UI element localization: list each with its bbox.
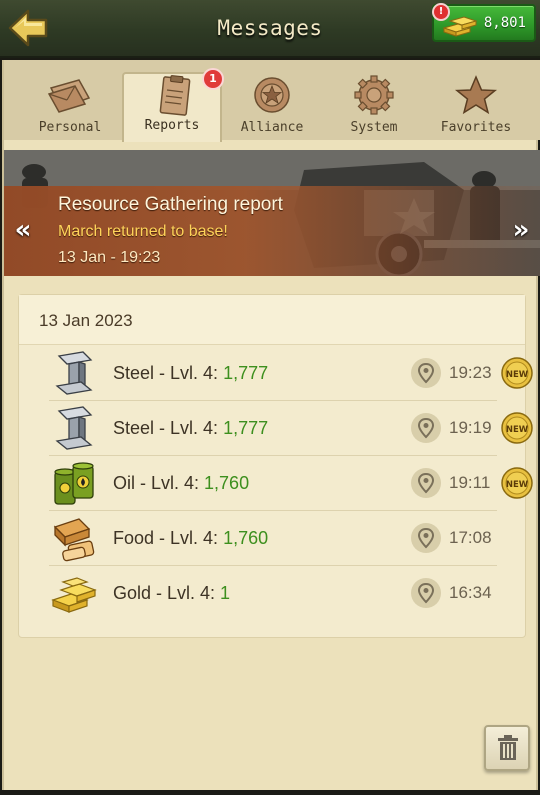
- list-item: Food - Lvl. 4: 1,760 17:08: [49, 512, 497, 566]
- location-button[interactable]: [411, 468, 441, 498]
- tab-reports-label: Reports: [144, 118, 200, 133]
- top-bar: Messages 8,801 !: [0, 0, 540, 58]
- previous-report-button[interactable]: «: [8, 216, 38, 246]
- new-badge-text: NEW: [506, 480, 529, 490]
- resource-text: Gold - Lvl. 4: 1: [113, 583, 230, 604]
- list-item: Steel - Lvl. 4: 1,777 19:19 NEW: [49, 402, 533, 456]
- new-badge-icon: NEW: [501, 357, 533, 389]
- resource-text: Oil - Lvl. 4: 1,760: [113, 473, 249, 494]
- location-button[interactable]: [411, 413, 441, 443]
- gold-amount: 8,801: [483, 15, 526, 31]
- map-pin-icon: [417, 362, 435, 384]
- tab-favorites-label: Favorites: [440, 120, 512, 135]
- delete-button[interactable]: [484, 725, 530, 771]
- new-badge-text: NEW: [506, 370, 529, 380]
- gear-icon: [354, 75, 394, 115]
- new-badge-icon: NEW: [501, 467, 533, 499]
- resource-label: Steel - Lvl. 4:: [113, 363, 224, 383]
- resource-amount: 1,777: [223, 418, 269, 438]
- resource-label: Gold - Lvl. 4:: [113, 583, 221, 603]
- messages-panel: Personal 1 Reports Alliance System Favor…: [2, 60, 540, 792]
- report-time: 17:08: [449, 528, 492, 547]
- report-date-header: 13 Jan 2023: [19, 295, 525, 345]
- new-badge-text: NEW: [506, 425, 529, 435]
- new-badge-icon: NEW: [501, 412, 533, 444]
- clipboard-icon: [159, 75, 191, 116]
- gathering-report-card: 13 Jan 2023 Steel - Lvl. 4: 1,777 19:23: [18, 294, 533, 638]
- steel-beam-icon: [55, 406, 93, 450]
- letter-icon: [47, 79, 91, 113]
- reports-unread-badge: 1: [202, 68, 224, 90]
- resource-label: Steel - Lvl. 4:: [113, 418, 224, 438]
- resource-text: Steel - Lvl. 4: 1,777: [113, 418, 268, 439]
- tab-reports[interactable]: 1 Reports: [122, 68, 224, 142]
- resource-label: Food - Lvl. 4:: [113, 528, 224, 548]
- tab-favorites[interactable]: Favorites: [426, 70, 526, 140]
- list-item: Oil - Lvl. 4: 1,760 19:11 NEW: [49, 457, 533, 511]
- star-icon: [454, 75, 498, 115]
- report-time: 19:19: [449, 418, 492, 437]
- alliance-shield-icon: [254, 77, 290, 113]
- trash-icon: [498, 735, 518, 760]
- next-report-button[interactable]: »: [506, 216, 536, 246]
- resource-amount: 1: [220, 583, 231, 603]
- map-pin-icon: [417, 527, 435, 549]
- banner-date: 13 Jan - 19:23: [58, 249, 161, 266]
- list-item: Steel - Lvl. 4: 1,777 19:23 NEW: [49, 347, 533, 401]
- banner-subtitle: March returned to base!: [58, 223, 228, 240]
- tab-alliance[interactable]: Alliance: [222, 70, 322, 140]
- location-button[interactable]: [411, 523, 441, 553]
- map-pin-icon: [417, 472, 435, 494]
- resource-amount: 1,777: [223, 363, 269, 383]
- gold-bars-icon: [51, 577, 97, 613]
- tab-system[interactable]: System: [324, 70, 424, 140]
- gold-alert-badge: !: [432, 3, 450, 21]
- resource-text: Food - Lvl. 4: 1,760: [113, 528, 268, 549]
- oil-barrel-icon: [54, 462, 94, 505]
- steel-beam-icon: [55, 351, 93, 395]
- bottom-status-strip: [0, 790, 540, 795]
- report-time: 19:23: [449, 363, 492, 382]
- map-pin-icon: [417, 582, 435, 604]
- report-date: 13 Jan 2023: [39, 311, 133, 330]
- location-button[interactable]: [411, 578, 441, 608]
- tab-personal[interactable]: Personal: [20, 70, 120, 140]
- message-tabs: Personal 1 Reports Alliance System Favor…: [4, 60, 540, 142]
- report-time: 16:34: [449, 583, 492, 602]
- resource-amount: 1,760: [204, 473, 250, 493]
- resource-label: Oil - Lvl. 4:: [113, 473, 205, 493]
- tab-system-label: System: [350, 120, 398, 135]
- list-item: Gold - Lvl. 4: 1 16:34: [49, 567, 497, 621]
- tab-alliance-label: Alliance: [240, 120, 304, 135]
- report-time: 19:11: [449, 473, 491, 492]
- resource-text: Steel - Lvl. 4: 1,777: [113, 363, 268, 384]
- banner-title: Resource Gathering report: [58, 194, 283, 215]
- bread-icon: [53, 518, 95, 562]
- report-banner[interactable]: Resource Gathering report March returned…: [4, 150, 540, 276]
- map-pin-icon: [417, 417, 435, 439]
- location-button[interactable]: [411, 358, 441, 388]
- tab-personal-label: Personal: [38, 120, 102, 135]
- resource-amount: 1,760: [223, 528, 269, 548]
